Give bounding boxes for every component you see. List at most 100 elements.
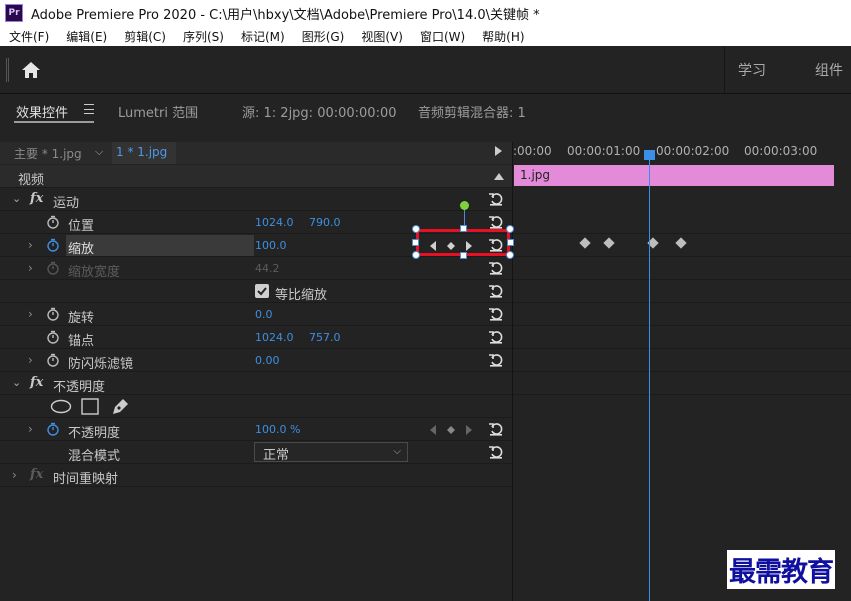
- stopwatch-icon[interactable]: [46, 353, 60, 367]
- menu-file[interactable]: 文件(F): [0, 28, 57, 45]
- position-y-value[interactable]: 790.0: [309, 216, 341, 229]
- mask-tools-row: [0, 395, 512, 418]
- anchor-label: 锚点: [68, 334, 95, 349]
- play-icon[interactable]: [495, 146, 502, 156]
- workspace-assembly[interactable]: 组件: [815, 60, 843, 80]
- menu-sequence[interactable]: 序列(S): [174, 28, 232, 45]
- anchor-y-value[interactable]: 757.0: [309, 331, 341, 344]
- home-icon[interactable]: [20, 60, 42, 80]
- tab-audio-clip-mixer[interactable]: 音频剪辑混合器: 1: [418, 102, 526, 121]
- reset-icon[interactable]: [488, 191, 504, 207]
- chevron-right-icon[interactable]: ›: [28, 261, 33, 275]
- scale-name-highlight: [66, 235, 254, 256]
- tab-source[interactable]: 源: 1: 2jpg: 00:00:00:00: [242, 102, 397, 121]
- resize-handle[interactable]: [412, 251, 420, 259]
- motion-label: 运动: [53, 196, 80, 211]
- stopwatch-active-icon[interactable]: [46, 422, 60, 436]
- chevron-right-icon[interactable]: ›: [28, 422, 33, 436]
- menu-help[interactable]: 帮助(H): [473, 28, 532, 45]
- source-clip-row: 主要 * 1.jpg ⌵ 1 * 1.jpg: [0, 142, 512, 164]
- menu-markers[interactable]: 标记(M): [232, 28, 293, 45]
- drag-grip[interactable]: [6, 58, 9, 82]
- opacity-value[interactable]: 100.0 %: [255, 423, 300, 436]
- blend-mode-value: 正常: [263, 448, 290, 463]
- timeline-row: [513, 349, 851, 372]
- uniform-scale-label: 等比缩放: [275, 288, 328, 303]
- collapse-up-icon[interactable]: [494, 172, 504, 180]
- chevron-right-icon[interactable]: ›: [28, 353, 33, 367]
- playhead-handle[interactable]: [644, 150, 655, 160]
- menu-edit[interactable]: 编辑(E): [57, 28, 115, 45]
- reset-icon[interactable]: [488, 352, 504, 368]
- time-remap-label: 时间重映射: [53, 472, 119, 487]
- chevron-right-icon[interactable]: ›: [28, 238, 33, 252]
- sequence-clip-label[interactable]: 1 * 1.jpg: [112, 142, 176, 164]
- scale-width-label: 缩放宽度: [68, 265, 121, 280]
- menu-graphics[interactable]: 图形(G): [293, 28, 353, 45]
- uniform-scale-checkbox[interactable]: [255, 284, 269, 298]
- video-header-label: 视频: [18, 173, 45, 188]
- playhead-line[interactable]: [649, 152, 650, 601]
- scale-value[interactable]: 100.0: [255, 239, 287, 252]
- premiere-app-icon: Pr: [5, 4, 23, 22]
- menu-window[interactable]: 窗口(W): [411, 28, 473, 45]
- position-x-value[interactable]: 1024.0: [255, 216, 294, 229]
- anti-flicker-value[interactable]: 0.00: [255, 354, 280, 367]
- fx-icon[interactable]: fx: [30, 191, 43, 206]
- chevron-down-icon[interactable]: ⌄: [12, 192, 21, 205]
- timeline-row: [513, 280, 851, 303]
- pen-mask-icon[interactable]: [110, 397, 130, 416]
- blend-mode-select[interactable]: 正常 ⌵: [254, 442, 408, 463]
- stopwatch-icon[interactable]: [46, 307, 60, 321]
- stopwatch-icon[interactable]: [46, 215, 60, 229]
- resize-handle[interactable]: [460, 252, 467, 259]
- effect-controls-panel: 效果控件 Lumetri 范围 源: 1: 2jpg: 00:00:00:00 …: [0, 94, 851, 601]
- anchor-x-value[interactable]: 1024.0: [255, 331, 294, 344]
- timeline-clip[interactable]: 1.jpg: [514, 165, 834, 186]
- resize-handle[interactable]: [460, 225, 467, 232]
- rectangle-mask-icon[interactable]: [81, 398, 99, 415]
- fx-icon[interactable]: fx: [30, 375, 43, 390]
- reset-icon[interactable]: [488, 283, 504, 299]
- video-section-header: 视频: [0, 165, 512, 188]
- rotation-value[interactable]: 0.0: [255, 308, 273, 321]
- resize-handle[interactable]: [412, 239, 419, 246]
- reset-icon[interactable]: [488, 444, 504, 460]
- chevron-right-icon[interactable]: ›: [28, 307, 33, 321]
- resize-handle[interactable]: [506, 225, 514, 233]
- resize-handle[interactable]: [506, 251, 514, 259]
- reset-icon[interactable]: [488, 260, 504, 276]
- reset-icon[interactable]: [488, 306, 504, 322]
- anti-flicker-label: 防闪烁滤镜: [68, 357, 134, 372]
- chevron-right-icon[interactable]: ›: [12, 468, 17, 482]
- timeline-row: [513, 372, 851, 395]
- reset-icon[interactable]: [488, 329, 504, 345]
- ellipse-mask-icon[interactable]: [50, 399, 72, 414]
- stopwatch-active-icon[interactable]: [46, 238, 60, 252]
- keyframe-navigator[interactable]: [428, 424, 478, 436]
- workspace-learn[interactable]: 学习: [738, 60, 766, 80]
- reset-icon[interactable]: [488, 214, 504, 230]
- chevron-down-icon[interactable]: ⌄: [12, 376, 21, 389]
- tab-lumetri-scopes[interactable]: Lumetri 范围: [118, 102, 198, 121]
- master-clip-label[interactable]: 主要 * 1.jpg: [14, 145, 82, 162]
- time-remap-row[interactable]: › fx 时间重映射: [0, 464, 512, 487]
- ruler-tick-label: 00:00:02:00: [656, 144, 730, 158]
- stopwatch-icon[interactable]: [46, 330, 60, 344]
- menu-view[interactable]: 视图(V): [352, 28, 411, 45]
- chevron-down-icon[interactable]: ⌵: [95, 145, 103, 159]
- rotation-handle[interactable]: [460, 201, 469, 210]
- menu-clip[interactable]: 剪辑(C): [115, 28, 174, 45]
- uniform-scale-row: 等比缩放: [0, 280, 512, 303]
- motion-effect-row[interactable]: ⌄ fx 运动: [0, 188, 512, 211]
- tab-effect-controls[interactable]: 效果控件: [16, 102, 68, 121]
- resize-handle[interactable]: [507, 239, 514, 246]
- reset-icon[interactable]: [488, 421, 504, 437]
- time-ruler[interactable]: :00:00 00:00:01:00 00:00:02:00 00:00:03:…: [513, 142, 851, 164]
- effect-timeline: :00:00 00:00:01:00 00:00:02:00 00:00:03:…: [512, 142, 851, 601]
- opacity-effect-row[interactable]: ⌄ fx 不透明度: [0, 372, 512, 395]
- opacity-row: › 不透明度 100.0 %: [0, 418, 512, 441]
- panel-menu-icon[interactable]: [84, 104, 94, 114]
- resize-handle[interactable]: [412, 225, 420, 233]
- ruler-tick-label: 00:00:03:00: [744, 144, 818, 158]
